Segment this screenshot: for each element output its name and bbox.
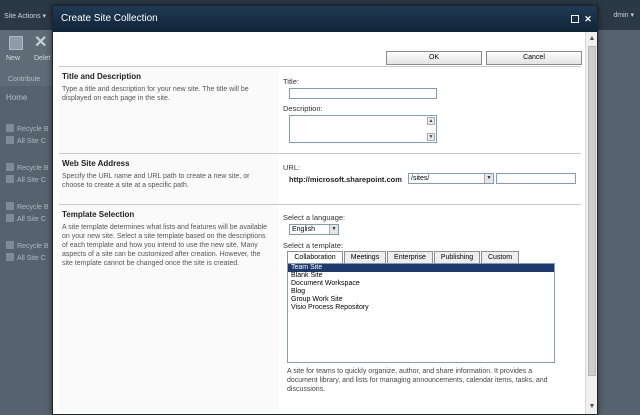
tab-meetings[interactable]: Meetings [344, 251, 386, 263]
all-site-content-link[interactable]: All Site C [6, 253, 52, 265]
chevron-down-icon: ▼ [484, 174, 493, 183]
dialog-title: Create Site Collection [61, 13, 158, 24]
contribute-group-label: Contribute [8, 76, 41, 83]
web-site-address-section: Web Site Address Specify the URL name an… [59, 153, 581, 204]
title-input[interactable] [289, 88, 437, 99]
nav-group: Recycle B All Site C [6, 163, 52, 187]
url-path-select[interactable]: /sites/ ▼ [408, 173, 494, 184]
nav-group: Recycle B All Site C [6, 124, 52, 148]
title-description-section: Title and Description Type a title and d… [59, 66, 581, 153]
language-label: Select a language: [283, 213, 346, 222]
recycle-bin-link[interactable]: Recycle B [6, 241, 52, 253]
list-item[interactable]: Blank Site [288, 272, 554, 280]
all-site-content-link[interactable]: All Site C [6, 214, 52, 226]
maximize-icon[interactable] [571, 15, 579, 23]
section-description: Type a title and description for your ne… [62, 86, 249, 102]
recycle-bin-link[interactable]: Recycle B [6, 202, 52, 214]
user-menu[interactable]: dmin ▾ [613, 11, 634, 19]
cancel-button[interactable]: Cancel [486, 51, 582, 65]
list-item[interactable]: Blog [288, 288, 554, 296]
description-label: Description: [283, 104, 323, 113]
template-description: A site for teams to quickly organize, au… [287, 368, 548, 393]
list-item[interactable]: Document Workspace [288, 280, 554, 288]
template-label: Select a template: [283, 241, 344, 250]
url-label: URL: [283, 163, 301, 172]
site-actions-menu[interactable]: Site Actions ▾ [4, 12, 46, 20]
title-label: Title: [283, 77, 299, 86]
tab-custom[interactable]: Custom [481, 251, 519, 263]
all-site-content-link[interactable]: All Site C [6, 136, 52, 148]
delete-label: Delet [34, 55, 51, 62]
recycle-bin-link[interactable]: Recycle B [6, 124, 52, 136]
chevron-down-icon: ▼ [329, 225, 338, 234]
nav-group: Recycle B All Site C [6, 202, 52, 226]
dialog-title-bar: Create Site Collection ✕ [53, 6, 597, 32]
url-prefix: http://microsoft.sharepoint.com [289, 175, 402, 184]
create-site-collection-dialog: Create Site Collection ✕ ▲ ▼ OK Cancel T… [52, 5, 598, 415]
description-textarea[interactable]: ▲ ▼ [289, 115, 437, 143]
section-info: Template Selection A site template deter… [59, 205, 279, 411]
recycle-bin-link[interactable]: Recycle B [6, 163, 52, 175]
new-button[interactable]: New [6, 36, 26, 66]
section-description: Specify the URL name and URL path to cre… [62, 173, 250, 189]
new-icon [9, 36, 23, 50]
close-icon[interactable]: ✕ [583, 14, 593, 24]
ok-button[interactable]: OK [386, 51, 482, 65]
language-value: English [292, 226, 315, 233]
scroll-thumb[interactable] [588, 46, 596, 376]
tab-publishing[interactable]: Publishing [434, 251, 480, 263]
scroll-down-icon[interactable]: ▼ [427, 133, 435, 141]
template-list[interactable]: Team Site Blank Site Document Workspace … [287, 263, 555, 363]
section-description: A site template determines what lists an… [62, 224, 268, 267]
delete-icon: ✕ [34, 34, 48, 51]
scroll-up-icon[interactable]: ▲ [427, 117, 435, 125]
delete-button[interactable]: ✕ Delet [34, 34, 54, 66]
url-path-value: /sites/ [411, 175, 430, 182]
section-info: Web Site Address Specify the URL name an… [59, 154, 279, 204]
home-link[interactable]: Home [6, 93, 27, 102]
list-item[interactable]: Team Site [288, 264, 554, 272]
tab-enterprise[interactable]: Enterprise [387, 251, 433, 263]
all-site-content-link[interactable]: All Site C [6, 175, 52, 187]
section-heading: Title and Description [62, 72, 141, 81]
dialog-scrollbar[interactable]: ▲ ▼ [585, 32, 597, 414]
url-name-input[interactable] [496, 173, 576, 184]
section-heading: Template Selection [62, 210, 135, 219]
list-item[interactable]: Group Work Site [288, 296, 554, 304]
scroll-up-icon[interactable]: ▲ [587, 34, 597, 44]
section-info: Title and Description Type a title and d… [59, 67, 279, 153]
language-select[interactable]: English ▼ [289, 224, 339, 235]
template-selection-section: Template Selection A site template deter… [59, 204, 581, 411]
nav-group: Recycle B All Site C [6, 241, 52, 265]
new-label: New [6, 55, 21, 62]
section-heading: Web Site Address [62, 159, 130, 168]
list-item[interactable]: Visio Process Repository [288, 304, 554, 312]
scroll-down-icon[interactable]: ▼ [587, 402, 597, 412]
